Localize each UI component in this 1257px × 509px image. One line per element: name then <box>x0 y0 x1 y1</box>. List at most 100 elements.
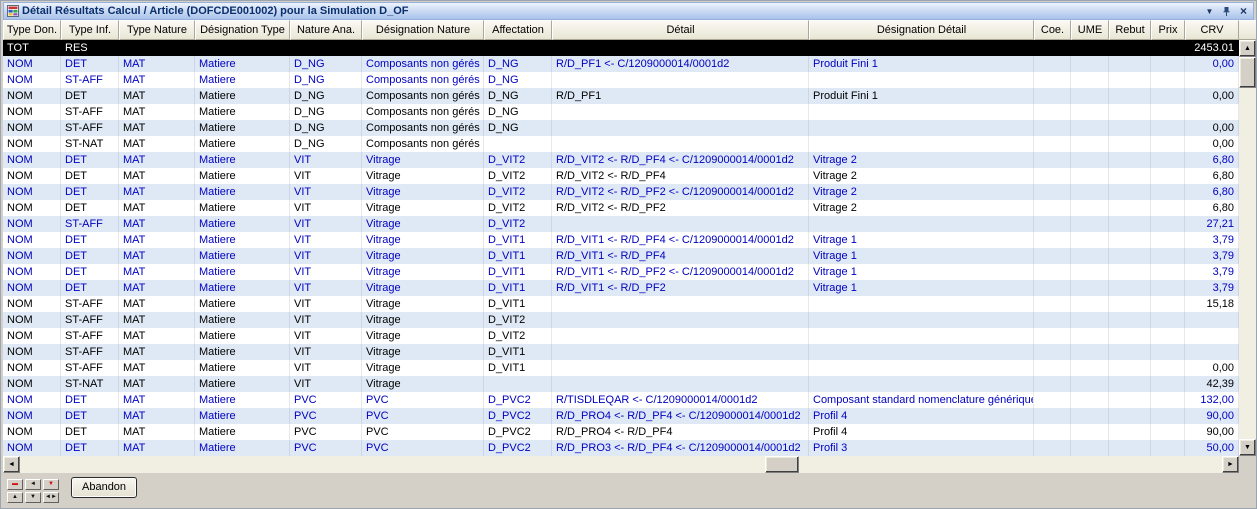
table-row[interactable]: NOMDETMATMatiereVITVitrageD_VIT1R/D_VIT1… <box>3 280 1239 296</box>
table-row[interactable]: NOMDETMATMatiereD_NGComposants non gérés… <box>3 56 1239 72</box>
cell: PVC <box>362 408 484 424</box>
cell: VIT <box>290 328 362 344</box>
table-row[interactable]: NOMDETMATMatiereVITVitrageD_VIT1R/D_VIT1… <box>3 232 1239 248</box>
cell: NOM <box>3 168 61 184</box>
cell <box>362 40 484 56</box>
column-header-2[interactable]: Type Inf. <box>61 20 119 40</box>
column-header-5[interactable]: Nature Ana. <box>290 20 362 40</box>
column-header-4[interactable]: Désignation Type <box>195 20 290 40</box>
cell <box>1109 152 1151 168</box>
cell: 6,80 <box>1185 168 1239 184</box>
cell: NOM <box>3 184 61 200</box>
column-header-8[interactable]: Détail <box>552 20 809 40</box>
cell: R/D_VIT2 <- R/D_PF4 <- C/1209000014/0001… <box>552 152 809 168</box>
cell <box>1109 280 1151 296</box>
vertical-scrollbar[interactable]: ▲ ▼ <box>1239 40 1256 456</box>
column-header-6[interactable]: Désignation Nature <box>362 20 484 40</box>
cell: D_VIT2 <box>484 168 552 184</box>
record-navigator: ▬◄▼▲▼◄► <box>7 479 63 503</box>
table-row[interactable]: NOMDETMATMatiereVITVitrageD_VIT1R/D_VIT1… <box>3 248 1239 264</box>
cell: Matiere <box>195 184 290 200</box>
cell: Matiere <box>195 360 290 376</box>
table-row[interactable]: NOMDETMATMatiereVITVitrageD_VIT2R/D_VIT2… <box>3 152 1239 168</box>
cell: Matiere <box>195 136 290 152</box>
cell: MAT <box>119 232 195 248</box>
cell: ST-AFF <box>61 72 119 88</box>
table-row[interactable]: NOMDETMATMatiereVITVitrageD_VIT2R/D_VIT2… <box>3 200 1239 216</box>
table-row[interactable]: NOMST-AFFMATMatiereD_NGComposants non gé… <box>3 120 1239 136</box>
cell: VIT <box>290 200 362 216</box>
cell: VIT <box>290 232 362 248</box>
column-header-10[interactable]: Coe. <box>1034 20 1071 40</box>
cell: DET <box>61 440 119 456</box>
scroll-down-button[interactable]: ▼ <box>1239 439 1256 456</box>
horizontal-scroll-track[interactable] <box>20 456 1222 473</box>
cell <box>1071 392 1109 408</box>
table-row[interactable]: NOMST-AFFMATMatiereVITVitrageD_VIT10,00 <box>3 360 1239 376</box>
abandon-button[interactable]: Abandon <box>71 477 137 498</box>
vertical-scroll-thumb[interactable] <box>1239 57 1256 88</box>
table-row[interactable]: NOMST-AFFMATMatiereVITVitrageD_VIT2 <box>3 328 1239 344</box>
pin-button[interactable] <box>1219 4 1234 18</box>
cell: Composants non gérés <box>362 88 484 104</box>
table-row[interactable]: NOMST-AFFMATMatiereVITVitrageD_VIT1 <box>3 344 1239 360</box>
vertical-scroll-track[interactable] <box>1239 57 1256 439</box>
column-header-12[interactable]: Rebut <box>1109 20 1151 40</box>
table-row[interactable]: NOMST-AFFMATMatiereVITVitrageD_VIT115,18 <box>3 296 1239 312</box>
record-delete-button[interactable]: ▬ <box>7 479 23 490</box>
cell <box>1034 88 1071 104</box>
cell: Matiere <box>195 152 290 168</box>
table-row[interactable]: NOMST-AFFMATMatiereVITVitrageD_VIT227,21 <box>3 216 1239 232</box>
table-row[interactable]: NOMDETMATMatiereVITVitrageD_VIT2R/D_VIT2… <box>3 168 1239 184</box>
table-row[interactable]: NOMDETMATMatierePVCPVCD_PVC2R/TISDLEQAR … <box>3 392 1239 408</box>
scroll-left-button[interactable]: ◄ <box>3 456 20 473</box>
down-arrow-icon: ▼ <box>1244 444 1251 451</box>
column-header-11[interactable]: UME <box>1071 20 1109 40</box>
cell <box>1109 104 1151 120</box>
menu-button[interactable]: ▼ <box>1202 4 1217 18</box>
horizontal-scroll-thumb[interactable] <box>765 456 799 473</box>
record-up-button[interactable]: ▲ <box>7 492 23 503</box>
cell: Vitrage 2 <box>809 184 1034 200</box>
cell <box>195 40 290 56</box>
column-header-9[interactable]: Désignation Détail <box>809 20 1034 40</box>
table-row[interactable]: NOMDETMATMatiereVITVitrageD_VIT1R/D_VIT1… <box>3 264 1239 280</box>
title-bar[interactable]: Détail Résultats Calcul / Article (DOFCD… <box>3 2 1254 20</box>
close-button[interactable]: × <box>1236 4 1251 18</box>
cell <box>290 40 362 56</box>
record-prev-button[interactable]: ◄ <box>25 479 41 490</box>
table-row[interactable]: TOTRES2453.01 <box>3 40 1239 56</box>
table-header: Type Don.Type Inf.Type NatureDésignation… <box>3 20 1256 40</box>
column-header-3[interactable]: Type Nature <box>119 20 195 40</box>
cell: Matiere <box>195 376 290 392</box>
column-header-13[interactable]: Prix <box>1151 20 1185 40</box>
table-row[interactable]: NOMDETMATMatiereD_NGComposants non gérés… <box>3 88 1239 104</box>
scroll-right-button[interactable]: ► <box>1222 456 1239 473</box>
cell: NOM <box>3 72 61 88</box>
cell <box>1071 312 1109 328</box>
table-row[interactable]: NOMDETMATMatierePVCPVCD_PVC2R/D_PRO4 <- … <box>3 408 1239 424</box>
table-row[interactable]: NOMDETMATMatierePVCPVCD_PVC2R/D_PRO3 <- … <box>3 440 1239 456</box>
cell: D_NG <box>484 120 552 136</box>
table-row[interactable]: NOMST-AFFMATMatiereVITVitrageD_VIT2 <box>3 312 1239 328</box>
cell <box>1151 312 1185 328</box>
table-row[interactable]: NOMST-NATMATMatiereD_NGComposants non gé… <box>3 136 1239 152</box>
cell <box>1071 136 1109 152</box>
table-row[interactable]: NOMST-AFFMATMatiereD_NGComposants non gé… <box>3 72 1239 88</box>
cell: Matiere <box>195 296 290 312</box>
table-row[interactable]: NOMST-AFFMATMatiereD_NGComposants non gé… <box>3 104 1239 120</box>
horizontal-scrollbar[interactable]: ◄ ► <box>3 456 1256 473</box>
table-row[interactable]: NOMDETMATMatiereVITVitrageD_VIT2R/D_VIT2… <box>3 184 1239 200</box>
column-header-7[interactable]: Affectation <box>484 20 552 40</box>
table-row[interactable]: NOMST-NATMATMatiereVITVitrage42,39 <box>3 376 1239 392</box>
scroll-up-button[interactable]: ▲ <box>1239 40 1256 57</box>
cell: MAT <box>119 200 195 216</box>
cell <box>1034 152 1071 168</box>
record-down-button[interactable]: ▼ <box>25 492 41 503</box>
table-row[interactable]: NOMDETMATMatierePVCPVCD_PVC2R/D_PRO4 <- … <box>3 424 1239 440</box>
record-last-button[interactable]: ◄► <box>43 492 59 503</box>
column-header-14[interactable]: CRV <box>1185 20 1239 40</box>
column-header-1[interactable]: Type Don. <box>3 20 61 40</box>
record-insert-button[interactable]: ▼ <box>43 479 59 490</box>
cell <box>1109 392 1151 408</box>
